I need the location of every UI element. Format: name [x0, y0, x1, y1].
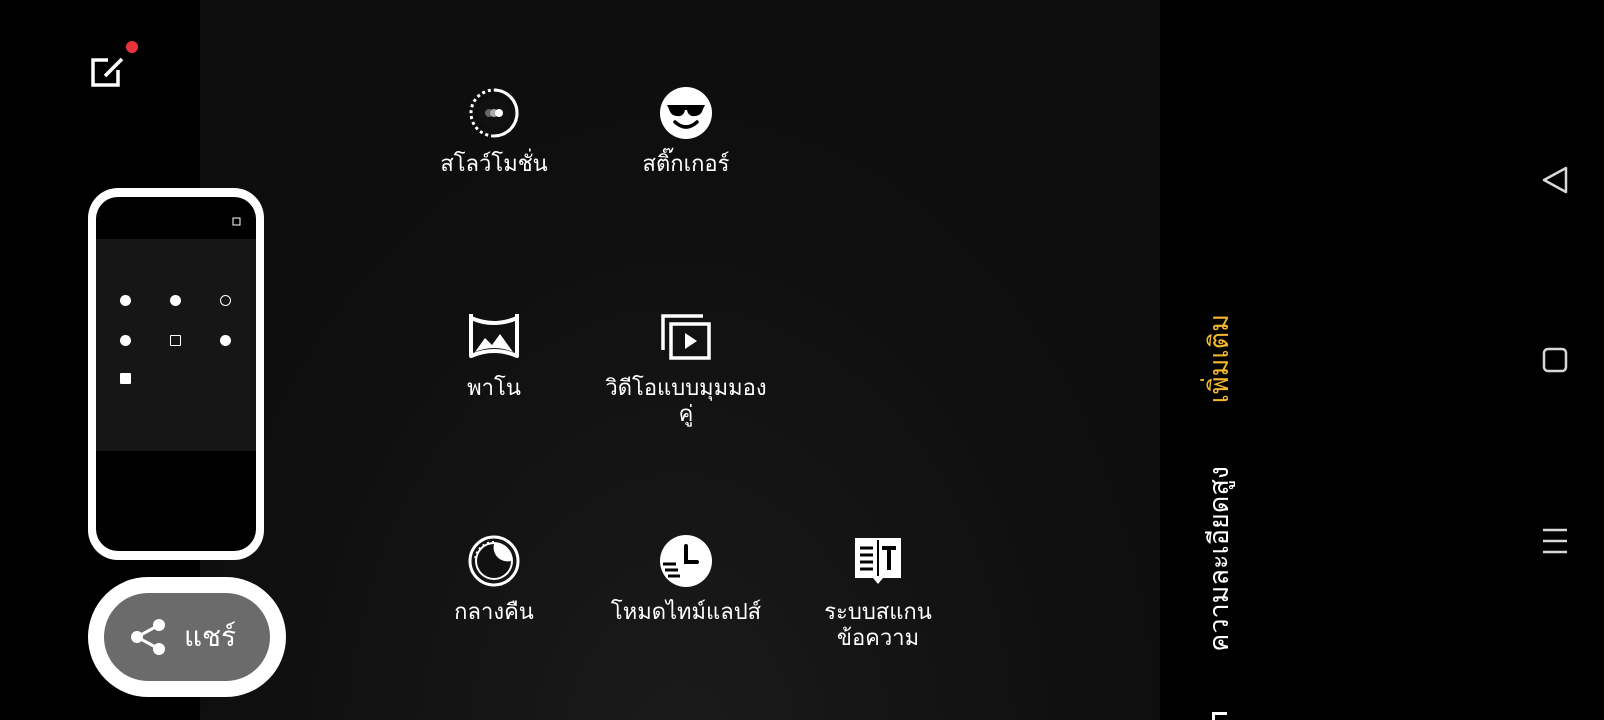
thumbnail-screen: [96, 197, 256, 551]
back-triangle-icon[interactable]: [1540, 165, 1570, 195]
tab-partial-next[interactable]: [1212, 712, 1227, 720]
thumbnail-mode: [155, 335, 195, 357]
thumbnail-mode: [105, 335, 145, 357]
camera-more-modes-screen: สโลว์โมชั่น สติ๊กเกอร์ พาโน วิดีโอแบบมุม…: [0, 0, 1604, 720]
mode-dual-view-video[interactable]: วิดีโอแบบมุมมองคู่: [601, 310, 771, 428]
thumbnail-mode: [205, 335, 245, 357]
thumbnail-modes-grid: [96, 239, 256, 451]
dual-view-video-icon: [661, 314, 711, 360]
sticker-icon: [660, 87, 712, 139]
mode-label: สติ๊กเกอร์: [642, 152, 730, 177]
mode-label: พาโน: [467, 376, 521, 401]
text-scanner-icon: [855, 538, 901, 584]
mode-sticker[interactable]: สติ๊กเกอร์: [601, 86, 771, 178]
tab-more[interactable]: เพิ่มเติม: [1204, 314, 1236, 403]
panorama-icon: [469, 314, 519, 358]
mode-slow-motion[interactable]: สโลว์โมชั่น: [409, 86, 579, 178]
last-capture-thumbnail[interactable]: [88, 188, 264, 560]
mode-label: วิดีโอแบบมุมมองคู่: [605, 376, 767, 427]
mode-panorama[interactable]: พาโน: [409, 310, 579, 402]
mode-text-scanner[interactable]: ระบบสแกนข้อความ: [793, 534, 963, 652]
notification-dot: [126, 41, 138, 53]
home-square-icon[interactable]: [1540, 345, 1570, 375]
share-label: แชร์: [184, 620, 237, 653]
edit-button[interactable]: [88, 52, 128, 92]
modes-panel: สโลว์โมชั่น สติ๊กเกอร์ พาโน วิดีโอแบบมุม…: [200, 0, 1160, 720]
mode-label: สโลว์โมชั่น: [440, 152, 548, 177]
thumbnail-mode: [155, 295, 195, 317]
tab-high-resolution[interactable]: ความละเอียดสูง: [1204, 466, 1236, 652]
thumbnail-mode: [105, 373, 145, 395]
mode-label: กลางคืน: [454, 600, 534, 625]
mode-time-lapse[interactable]: โหมดไทม์แลปส์: [601, 534, 771, 626]
share-button-frame: แชร์: [88, 577, 286, 697]
thumbnail-mode: [205, 295, 245, 317]
share-icon: [131, 619, 165, 655]
mode-label: ระบบสแกนข้อความ: [824, 600, 932, 651]
mode-label: โหมดไทม์แลปส์: [610, 600, 762, 625]
night-icon: [468, 535, 520, 587]
edit-icon: [91, 57, 124, 87]
thumbnail-edit-icon: [232, 217, 241, 226]
share-button[interactable]: แชร์: [104, 593, 270, 681]
recents-menu-icon[interactable]: [1540, 526, 1570, 556]
mode-night[interactable]: กลางคืน: [409, 534, 579, 626]
time-lapse-icon: [660, 535, 712, 587]
thumbnail-mode: [105, 295, 145, 317]
slow-motion-icon: [469, 88, 519, 138]
